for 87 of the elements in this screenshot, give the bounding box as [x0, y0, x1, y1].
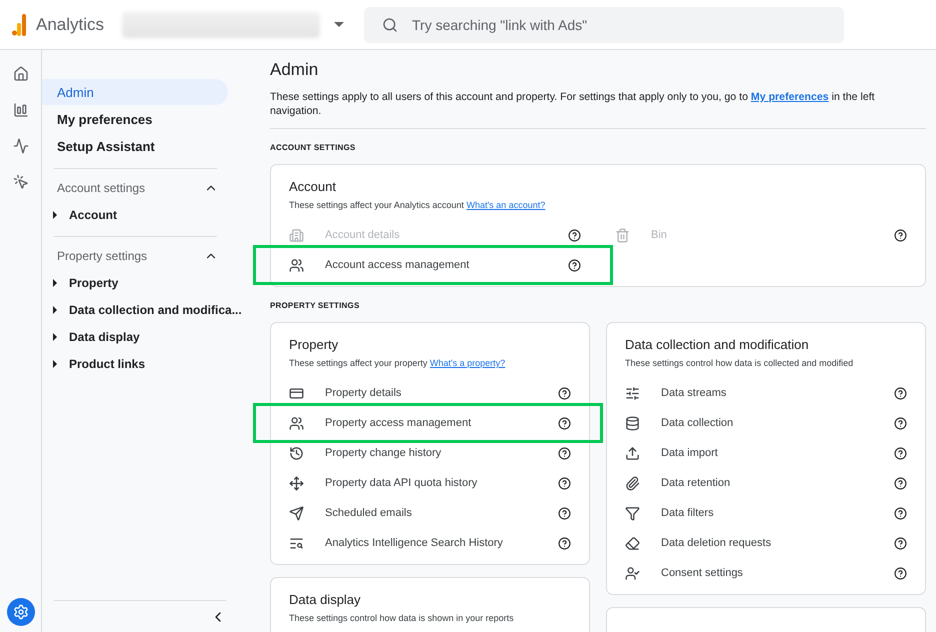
nav-subitem[interactable]: Product links [42, 350, 240, 377]
settings-row[interactable]: Scheduled emails [289, 498, 571, 528]
row-icon [289, 386, 304, 400]
card-description: These settings control how data is shown in your reports [289, 613, 515, 623]
caret-icon [53, 210, 57, 218]
help-icon[interactable] [558, 536, 571, 550]
help-icon[interactable] [894, 386, 907, 400]
caret-icon [53, 306, 57, 314]
analytics-logo [12, 14, 26, 36]
row-icon [625, 566, 640, 580]
row-icon [289, 476, 304, 490]
settings-row[interactable]: Analytics Intelligence Search History [289, 528, 571, 558]
nav-subitem[interactable]: Property [42, 269, 240, 296]
search-input[interactable]: Try searching "link with Ads" [410, 16, 826, 34]
row-icon [625, 506, 640, 520]
rail-icon [12, 138, 28, 154]
help-link[interactable]: What's an account? [466, 200, 546, 210]
help-icon[interactable] [894, 566, 907, 580]
settings-row[interactable]: Data collection [625, 408, 907, 438]
card-description: These settings affect your Analytics account What's an account? [289, 200, 546, 210]
settings-row[interactable]: Property change history [289, 438, 571, 468]
nav-item[interactable]: Setup Assistant [42, 133, 228, 159]
caret-icon [53, 278, 57, 286]
card-title: Account [289, 179, 337, 194]
preferences-link[interactable]: My preferences [750, 91, 829, 103]
gear-icon [12, 604, 28, 620]
card-description: These settings control how data is collected and modified [625, 358, 854, 368]
settings-row[interactable]: Property data API quota history [289, 468, 571, 498]
help-icon[interactable] [558, 476, 571, 490]
help-link[interactable]: What's a property? [430, 358, 506, 368]
help-icon[interactable] [894, 416, 907, 430]
settings-row[interactable]: Account access management [289, 250, 581, 280]
row-icon [289, 446, 304, 460]
page-title: Admin [270, 60, 320, 80]
settings-row[interactable]: Data streams [625, 378, 907, 408]
rail-icon [12, 102, 28, 118]
settings-row[interactable]: Property details [289, 378, 571, 408]
help-icon[interactable] [558, 386, 571, 400]
row-icon [289, 506, 304, 520]
row-icon [625, 536, 640, 550]
card-title: Data collection and modification [625, 337, 810, 352]
settings-row[interactable]: Data import [625, 438, 907, 468]
rail-icon [12, 66, 28, 82]
nav-section-header[interactable]: Property settings [42, 243, 228, 269]
settings-row[interactable]: Data retention [625, 468, 907, 498]
row-icon [625, 386, 640, 400]
section-heading: PROPERTY SETTINGS [270, 301, 360, 310]
help-icon[interactable] [558, 416, 571, 430]
row-icon [289, 258, 304, 272]
nav-section-header[interactable]: Account settings [42, 175, 228, 201]
settings-row[interactable]: Property access management [289, 408, 571, 438]
section-heading: ACCOUNT SETTINGS [270, 143, 356, 152]
help-icon[interactable] [894, 536, 907, 550]
rail-nav-button[interactable] [10, 136, 30, 156]
settings-button[interactable] [6, 598, 34, 626]
nav-item[interactable]: My preferences [42, 106, 228, 132]
nav-subitem[interactable]: Data collection and modifica... [42, 296, 240, 323]
help-icon[interactable] [558, 506, 571, 520]
settings-row[interactable]: Data filters [625, 498, 907, 528]
caret-icon [53, 332, 57, 340]
caret-icon[interactable] [334, 22, 344, 27]
nav-subitem[interactable]: Account [42, 201, 240, 228]
row-icon [625, 476, 640, 490]
row-icon [625, 446, 640, 460]
search-icon [382, 16, 398, 32]
row-icon [289, 536, 304, 550]
help-icon[interactable] [894, 476, 907, 490]
nav-item[interactable]: Admin [42, 79, 228, 105]
help-icon[interactable] [558, 446, 571, 460]
help-icon[interactable] [894, 506, 907, 520]
row-icon [625, 416, 640, 430]
card-title: Data display [289, 592, 362, 607]
card-title: Property [289, 337, 340, 352]
row-icon [615, 228, 630, 242]
search-field[interactable]: Try searching "link with Ads" [364, 6, 844, 42]
app-name: Analytics [36, 14, 104, 34]
row-icon [289, 416, 304, 430]
caret-icon [53, 360, 57, 368]
help-icon[interactable] [894, 446, 907, 460]
card-description: These settings affect your property What's a property? [289, 358, 506, 368]
settings-row[interactable]: Data deletion requests [625, 528, 907, 558]
nav-subitem[interactable]: Data display [42, 323, 240, 350]
row-icon [289, 228, 304, 242]
intro-text: These settings apply to all users of this account and property. For settings that apply only to you, go to My preferences in the left navigation. [270, 90, 926, 129]
rail-icon [12, 174, 28, 190]
settings-row[interactable]: Consent settings [625, 558, 907, 588]
help-icon[interactable] [568, 258, 581, 272]
